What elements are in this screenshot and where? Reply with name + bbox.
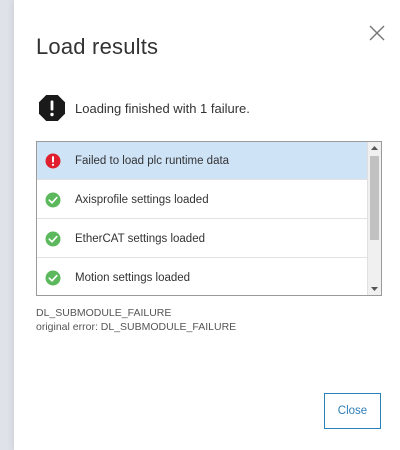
dialog-title: Load results <box>36 34 159 59</box>
error-details: DL_SUBMODULE_FAILURE original error: DL_… <box>36 306 236 334</box>
list-item[interactable]: EtherCAT settings loaded <box>37 220 367 258</box>
summary-text: Loading finished with 1 failure. <box>75 100 250 116</box>
error-code: DL_SUBMODULE_FAILURE <box>36 307 172 319</box>
check-circle-icon <box>45 192 61 207</box>
results-list: Failed to load plc runtime data Axisprof… <box>36 141 382 296</box>
list-item-label: Axisprofile settings loaded <box>75 193 209 206</box>
scroll-down-icon[interactable] <box>368 283 381 295</box>
scroll-thumb[interactable] <box>370 156 379 240</box>
list-item-label: Failed to load plc runtime data <box>75 154 230 167</box>
list-item[interactable]: Axisprofile settings loaded <box>37 181 367 219</box>
close-button[interactable]: Close <box>324 393 381 429</box>
summary: Loading finished with 1 failure. <box>38 94 250 122</box>
list-item[interactable]: Failed to load plc runtime data <box>37 142 367 180</box>
check-circle-icon <box>45 231 61 246</box>
scroll-up-icon[interactable] <box>368 142 381 154</box>
close-icon[interactable] <box>367 23 387 43</box>
check-circle-icon <box>45 270 61 285</box>
list-item-label: EtherCAT settings loaded <box>75 232 205 245</box>
list-item[interactable]: Motion settings loaded <box>37 259 367 295</box>
error-circle-icon <box>45 153 61 168</box>
list-scrollbar[interactable] <box>367 142 381 295</box>
original-error: original error: DL_SUBMODULE_FAILURE <box>36 321 237 333</box>
load-results-dialog: Load results Loading finished with 1 fai… <box>14 0 400 450</box>
alert-octagon-icon <box>39 95 65 121</box>
list-item-label: Motion settings loaded <box>75 271 191 284</box>
backdrop-edge <box>0 0 14 450</box>
